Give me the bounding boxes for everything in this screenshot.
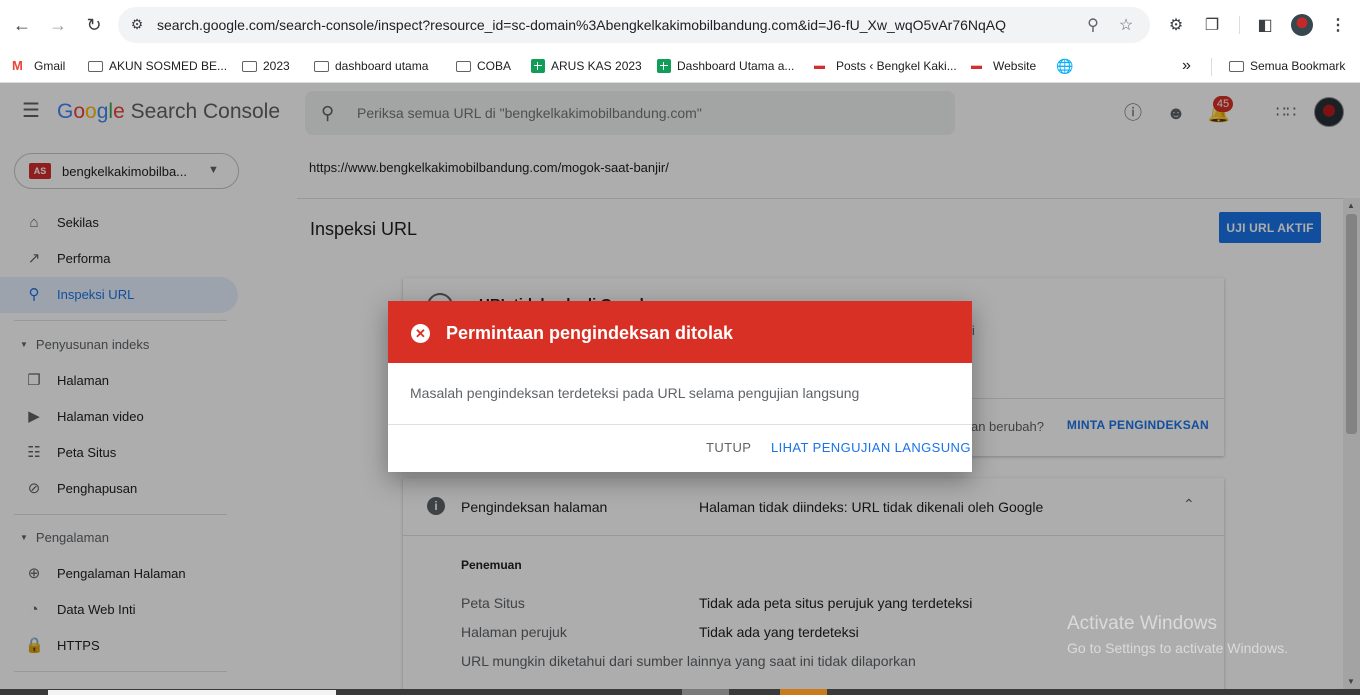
taskbar	[0, 689, 1360, 695]
extension-gear-icon[interactable]: ⚙	[1164, 13, 1188, 37]
folder-icon	[1229, 60, 1244, 72]
browser-toolbar: ← → ↻ ⚙ search.google.com/search-console…	[0, 0, 1360, 50]
watermark-line: Go to Settings to activate Windows.	[1067, 640, 1288, 656]
side-panel-icon[interactable]: ◧	[1253, 13, 1277, 37]
bookmark-folder[interactable]: COBA	[456, 55, 511, 77]
error-x-icon: ✕	[411, 324, 430, 343]
bookmark-globe[interactable]: 🌐	[1056, 55, 1078, 77]
bookmark-label: 2023	[263, 59, 290, 73]
indexing-rejected-dialog: ✕ Permintaan pengindeksan ditolak Masala…	[388, 301, 972, 472]
taskbar-app[interactable]	[682, 689, 729, 695]
star-icon[interactable]: ☆	[1116, 15, 1136, 35]
bookmark-sheet[interactable]: ARUS KAS 2023	[531, 55, 642, 77]
menu-dots-icon[interactable]: ⋮	[1326, 13, 1350, 37]
bookmark-label: AKUN SOSMED BE...	[109, 59, 228, 73]
url-text[interactable]: search.google.com/search-console/inspect…	[157, 17, 1006, 33]
sheets-icon	[657, 59, 671, 73]
address-bar[interactable]: ⚙ search.google.com/search-console/inspe…	[118, 7, 1150, 43]
bookmark-folder[interactable]: AKUN SOSMED BE...	[88, 55, 227, 77]
bookmark-label: Gmail	[34, 59, 66, 73]
back-icon[interactable]: ←	[9, 12, 35, 38]
bookmark-sheet[interactable]: Dashboard Utama a...	[657, 55, 794, 77]
folder-icon	[88, 60, 103, 72]
folder-icon	[314, 60, 329, 72]
dialog-divider	[388, 424, 972, 425]
bookmark-label: Dashboard Utama a...	[677, 59, 795, 73]
sheets-icon	[531, 59, 545, 73]
site-info-icon[interactable]: ⚙	[128, 16, 146, 34]
close-button[interactable]: TUTUP	[706, 440, 751, 455]
bookmark-gmail[interactable]: M Gmail	[12, 55, 65, 77]
reload-icon[interactable]: ↻	[81, 12, 107, 38]
bookmarks-bar: M Gmail AKUN SOSMED BE... 2023 dashboard…	[0, 50, 1360, 83]
bookmark-label: ARUS KAS 2023	[551, 59, 642, 73]
activate-windows-watermark: Activate Windows Go to Settings to activ…	[1067, 613, 1288, 656]
all-bookmarks[interactable]: Semua Bookmark	[1229, 55, 1345, 77]
more-bookmarks-chevron-icon[interactable]: »	[1182, 55, 1191, 77]
folder-icon	[456, 60, 471, 72]
dialog-header: ✕ Permintaan pengindeksan ditolak	[388, 301, 972, 363]
bookmark-divider	[1211, 58, 1212, 76]
forward-icon[interactable]: →	[45, 12, 71, 38]
watermark-line: Activate Windows	[1067, 613, 1217, 634]
bookmark-label: Website	[993, 59, 1037, 73]
bookmark-label: dashboard utama	[335, 59, 429, 73]
toolbar-divider	[1239, 16, 1240, 34]
folder-icon	[242, 60, 257, 72]
bookmark-website[interactable]: ▬ Website	[971, 55, 1036, 77]
taskbar-search[interactable]	[48, 690, 336, 695]
bookmark-folder[interactable]: dashboard utama	[314, 55, 428, 77]
extensions-puzzle-icon[interactable]: ❐	[1200, 13, 1224, 37]
dialog-title: Permintaan pengindeksan ditolak	[446, 323, 734, 343]
site-favicon-icon: ▬	[814, 60, 825, 72]
zoom-icon[interactable]: ⚲	[1083, 15, 1103, 35]
site-favicon-icon: ▬	[971, 60, 982, 72]
bookmark-label: COBA	[477, 59, 512, 73]
bookmark-label: Semua Bookmark	[1250, 59, 1346, 73]
bookmark-folder[interactable]: 2023	[242, 55, 290, 77]
globe-icon: 🌐	[1056, 58, 1074, 74]
bookmark-posts[interactable]: ▬ Posts ‹ Bengkel Kaki...	[814, 55, 957, 77]
gmail-icon: M	[12, 58, 23, 73]
dialog-message: Masalah pengindeksan terdeteksi pada URL…	[410, 385, 860, 401]
profile-avatar[interactable]	[1291, 14, 1313, 36]
taskbar-app[interactable]	[780, 689, 827, 695]
view-live-test-button[interactable]: LIHAT PENGUJIAN LANGSUNG	[771, 440, 971, 455]
bookmark-label: Posts ‹ Bengkel Kaki...	[836, 59, 957, 73]
